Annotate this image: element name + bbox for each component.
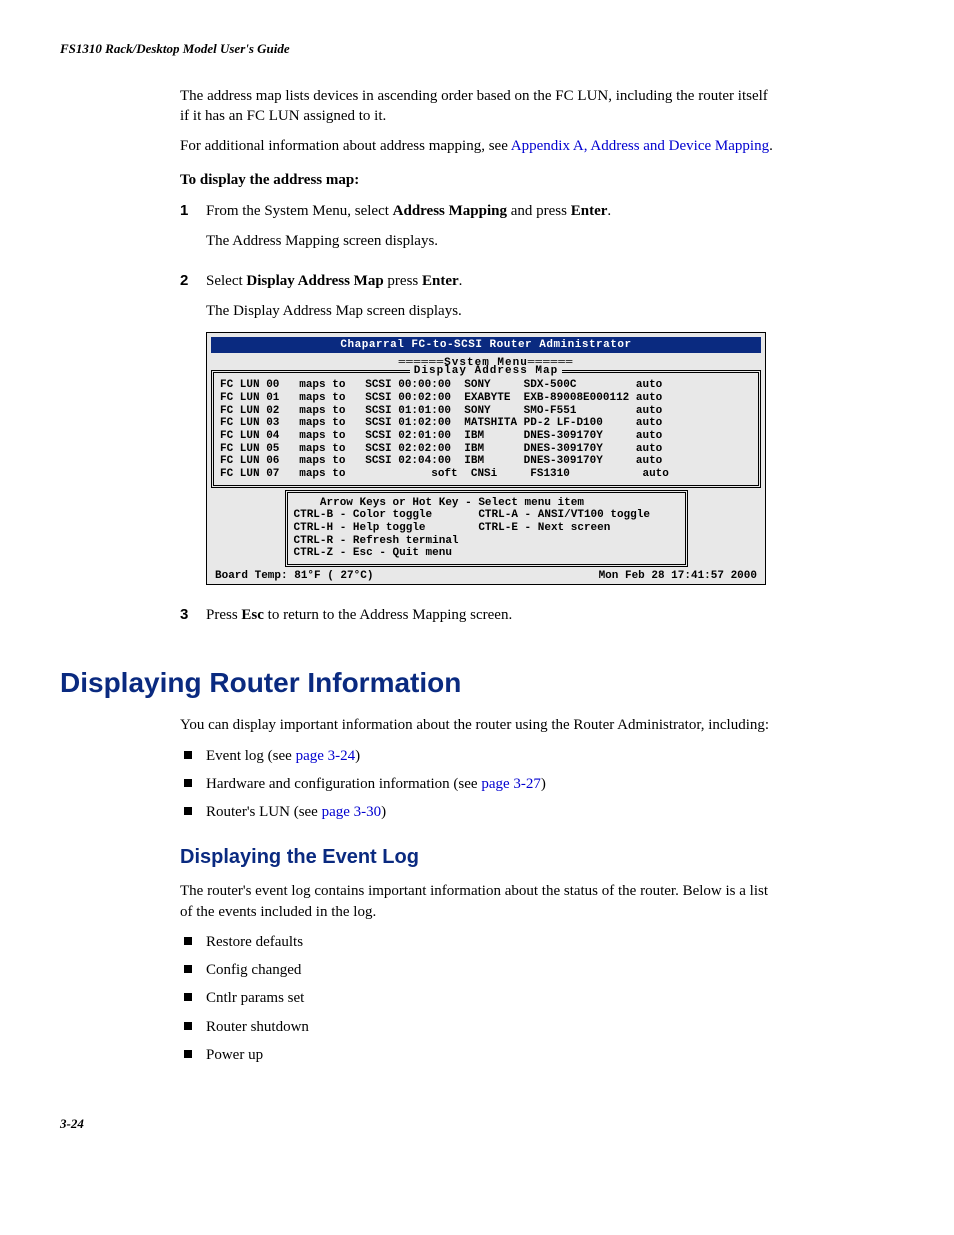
section-heading: Displaying Router Information: [60, 664, 774, 702]
ui-term: Enter: [422, 273, 459, 289]
ui-term: Display Address Map: [246, 273, 383, 289]
list-item: Power up: [180, 1045, 774, 1065]
body-content: The address map lists devices in ascendi…: [180, 86, 774, 636]
paragraph: The router's event log contains importan…: [180, 881, 774, 922]
address-map-row: FC LUN 06 maps to SCSI 02:04:00 IBM DNES…: [220, 455, 752, 468]
list-item: Router's LUN (see page 3-30): [180, 802, 774, 822]
page-link[interactable]: page 3-27: [481, 776, 541, 792]
text: .: [769, 138, 773, 154]
terminal-body-title: Display Address Map: [220, 365, 752, 378]
ui-term: Enter: [571, 203, 608, 219]
list-item: Event log (see page 3-24): [180, 746, 774, 766]
procedure-heading: To display the address map:: [180, 170, 774, 190]
page-link[interactable]: page 3-30: [322, 804, 382, 820]
terminal-datetime: Mon Feb 28 17:41:57 2000: [599, 570, 757, 583]
text: ): [381, 804, 386, 820]
address-map-row: FC LUN 02 maps to SCSI 01:01:00 SONY SMO…: [220, 405, 752, 418]
text: ): [541, 776, 546, 792]
step-text: Select Display Address Map press Enter.: [206, 271, 774, 291]
address-map-row: FC LUN 00 maps to SCSI 00:00:00 SONY SDX…: [220, 379, 752, 392]
page-link[interactable]: page 3-24: [296, 748, 356, 764]
bullet-list: Restore defaults Config changed Cntlr para…: [180, 932, 774, 1065]
section-body: You can display important information ab…: [180, 715, 774, 1065]
step-text: From the System Menu, select Address Map…: [206, 201, 774, 221]
paragraph: You can display important information ab…: [180, 715, 774, 735]
text: press: [384, 273, 422, 289]
address-map-row: FC LUN 04 maps to SCSI 02:01:00 IBM DNES…: [220, 430, 752, 443]
link-appendix-a[interactable]: Appendix A, Address and Device Mapping: [511, 138, 769, 154]
text: Hardware and configuration information (…: [206, 776, 481, 792]
address-map-row: FC LUN 05 maps to SCSI 02:02:00 IBM DNES…: [220, 443, 752, 456]
subsection-heading: Displaying the Event Log: [180, 844, 774, 871]
text: Router's LUN (see: [206, 804, 322, 820]
paragraph: The address map lists devices in ascendi…: [180, 86, 774, 127]
text: ): [355, 748, 360, 764]
list-item: Router shutdown: [180, 1017, 774, 1037]
text: .: [459, 273, 463, 289]
address-map-row: FC LUN 01 maps to SCSI 00:02:00 EXABYTE …: [220, 392, 752, 405]
text: and press: [507, 203, 571, 219]
board-temp: Board Temp: 81°F ( 27°C): [215, 570, 373, 583]
ui-term: Esc: [241, 607, 264, 623]
step-1: 1 From the System Menu, select Address M…: [180, 201, 774, 262]
step-result: The Address Mapping screen displays.: [206, 231, 774, 251]
list-item: Config changed: [180, 960, 774, 980]
bullet-list: Event log (see page 3-24) Hardware and co…: [180, 746, 774, 823]
text: Event log (see: [206, 748, 296, 764]
list-item: Hardware and configuration information (…: [180, 774, 774, 794]
terminal-title: Chaparral FC-to-SCSI Router Administrato…: [211, 337, 761, 354]
text: For additional information about address…: [180, 138, 511, 154]
address-map-row: FC LUN 03 maps to SCSI 01:02:00 MATSHITA…: [220, 417, 752, 430]
list-item: Cntlr params set: [180, 988, 774, 1008]
address-map-row: FC LUN 07 maps to soft CNSi FS1310 auto: [220, 468, 752, 481]
step-number: 3: [180, 605, 206, 635]
step-number: 2: [180, 271, 206, 595]
paragraph: For additional information about address…: [180, 136, 774, 156]
text: to return to the Address Mapping screen.: [264, 607, 512, 623]
text: Press: [206, 607, 241, 623]
terminal-screenshot: Chaparral FC-to-SCSI Router Administrato…: [206, 332, 774, 586]
text: .: [607, 203, 611, 219]
terminal-help: Arrow Keys or Hot Key - Select menu item…: [285, 490, 688, 567]
step-number: 1: [180, 201, 206, 262]
ui-term: Address Mapping: [393, 203, 507, 219]
list-item: Restore defaults: [180, 932, 774, 952]
terminal-body: Display Address Map FC LUN 00 maps to SC…: [211, 370, 761, 488]
step-2: 2 Select Display Address Map press Enter…: [180, 271, 774, 595]
terminal-status-bar: Board Temp: 81°F ( 27°C) Mon Feb 28 17:4…: [211, 569, 761, 583]
text: Select: [206, 273, 246, 289]
step-3: 3 Press Esc to return to the Address Map…: [180, 605, 774, 635]
running-head: FS1310 Rack/Desktop Model User's Guide: [60, 40, 774, 58]
text: From the System Menu, select: [206, 203, 393, 219]
step-text: Press Esc to return to the Address Mappi…: [206, 605, 774, 625]
step-result: The Display Address Map screen displays.: [206, 301, 774, 321]
page-number: 3-24: [60, 1115, 774, 1133]
